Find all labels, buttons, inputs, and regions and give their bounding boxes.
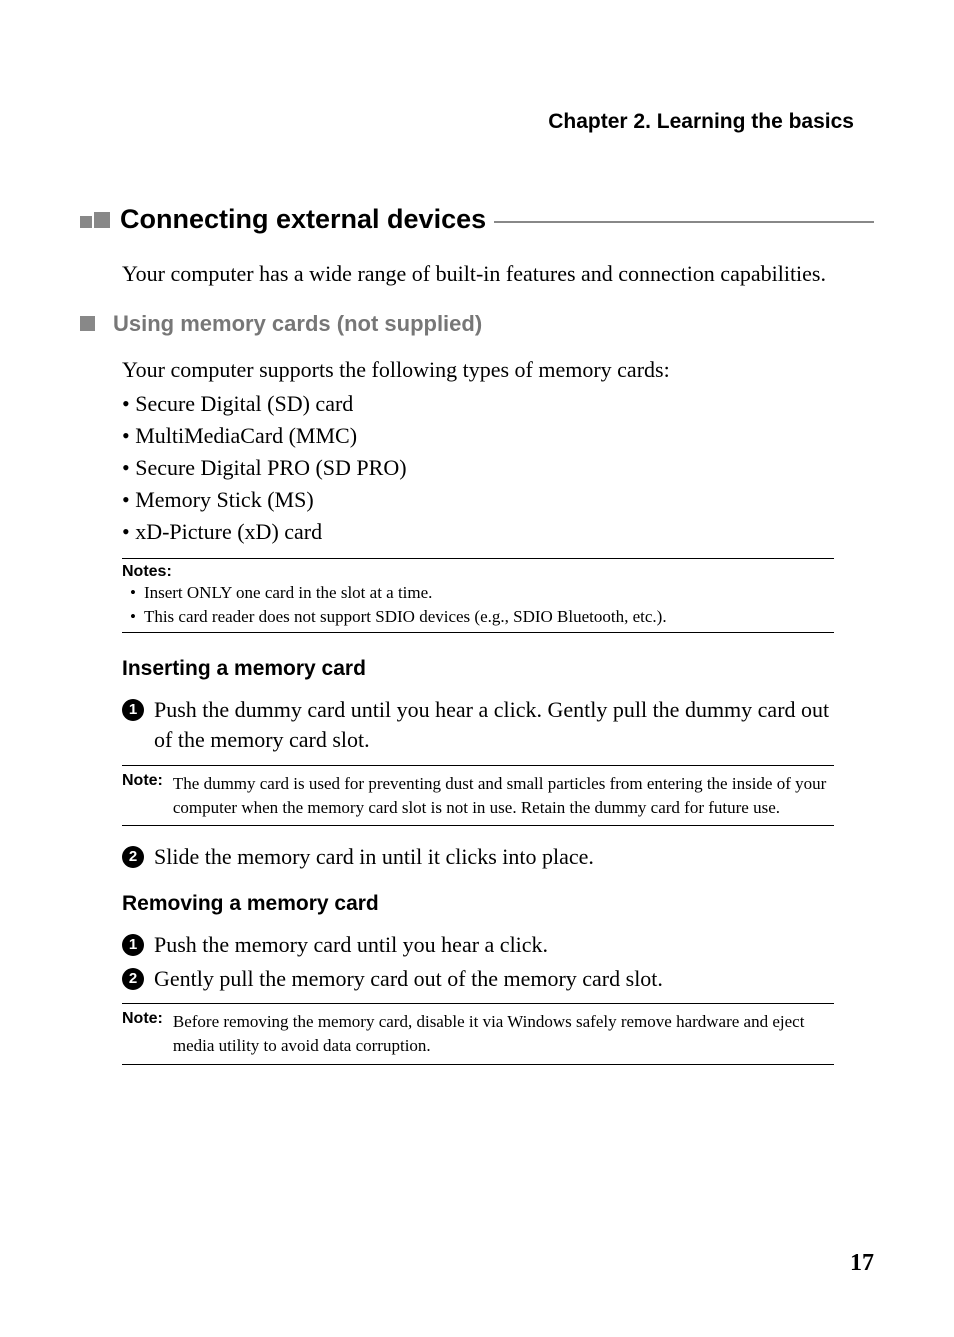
subsection-title: Using memory cards (not supplied) bbox=[113, 311, 482, 337]
section-title: Connecting external devices bbox=[120, 204, 486, 235]
chapter-header: Chapter 2. Learning the basics bbox=[80, 110, 874, 134]
note-item: •This card reader does not support SDIO … bbox=[130, 605, 834, 629]
notes-label: Notes: bbox=[122, 563, 834, 581]
memory-cards-intro: Your computer supports the following typ… bbox=[122, 355, 874, 385]
note-text: This card reader does not support SDIO d… bbox=[144, 605, 667, 629]
note-block: Note: Before removing the memory card, d… bbox=[122, 1003, 834, 1065]
note-text: Before removing the memory card, disable… bbox=[173, 1010, 834, 1058]
removing-steps: 1 Push the memory card until you hear a … bbox=[122, 930, 834, 993]
notes-block: Notes: •Insert ONLY one card in the slot… bbox=[122, 558, 834, 634]
step-number-icon: 1 bbox=[122, 699, 144, 721]
step-number-icon: 2 bbox=[122, 968, 144, 990]
inserting-steps: 1 Push the dummy card until you hear a c… bbox=[122, 695, 834, 754]
section-title-row: Connecting external devices bbox=[80, 204, 874, 235]
step-item: 1 Push the memory card until you hear a … bbox=[122, 930, 834, 960]
step-item: 2 Slide the memory card in until it clic… bbox=[122, 842, 834, 872]
inserting-title: Inserting a memory card bbox=[122, 657, 874, 681]
inserting-steps-cont: 2 Slide the memory card in until it clic… bbox=[122, 842, 834, 872]
list-item: Secure Digital (SD) card bbox=[122, 388, 874, 420]
note-label: Note: bbox=[122, 772, 163, 820]
step-number-icon: 1 bbox=[122, 934, 144, 956]
step-text: Gently pull the memory card out of the m… bbox=[154, 964, 663, 994]
step-text: Slide the memory card in until it clicks… bbox=[154, 842, 594, 872]
section-rule bbox=[494, 221, 874, 223]
note-label: Note: bbox=[122, 1010, 163, 1058]
step-number-icon: 2 bbox=[122, 846, 144, 868]
removing-title: Removing a memory card bbox=[122, 892, 874, 916]
step-item: 1 Push the dummy card until you hear a c… bbox=[122, 695, 834, 754]
section-bullet-icon bbox=[80, 212, 110, 228]
step-text: Push the dummy card until you hear a cli… bbox=[154, 695, 834, 754]
note-text: Insert ONLY one card in the slot at a ti… bbox=[144, 581, 432, 605]
section-intro: Your computer has a wide range of built-… bbox=[122, 259, 874, 289]
subsection-row: Using memory cards (not supplied) bbox=[80, 311, 874, 337]
note-item: •Insert ONLY one card in the slot at a t… bbox=[130, 581, 834, 605]
list-item: Memory Stick (MS) bbox=[122, 484, 874, 516]
list-item: Secure Digital PRO (SD PRO) bbox=[122, 452, 874, 484]
list-item: xD-Picture (xD) card bbox=[122, 516, 874, 548]
step-text: Push the memory card until you hear a cl… bbox=[154, 930, 548, 960]
page-number: 17 bbox=[850, 1250, 874, 1277]
subsection-bullet-icon bbox=[80, 316, 95, 331]
list-item: MultiMediaCard (MMC) bbox=[122, 420, 874, 452]
step-item: 2 Gently pull the memory card out of the… bbox=[122, 964, 834, 994]
note-block: Note: The dummy card is used for prevent… bbox=[122, 765, 834, 827]
note-text: The dummy card is used for preventing du… bbox=[173, 772, 834, 820]
memory-cards-list: Secure Digital (SD) card MultiMediaCard … bbox=[122, 388, 874, 547]
